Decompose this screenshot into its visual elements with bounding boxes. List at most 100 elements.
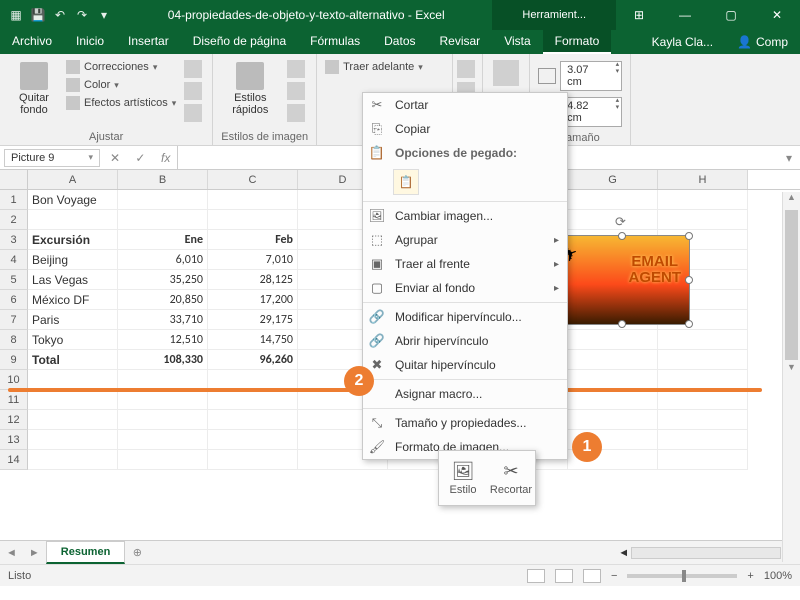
quitar-fondo-button[interactable]: Quitar fondo — [8, 58, 60, 124]
formula-bar-expand-icon[interactable]: ▾ — [778, 151, 800, 165]
qat-dropdown-icon[interactable]: ▾ — [96, 8, 112, 22]
menu-quitar-hipervinculo[interactable]: ✖Quitar hipervínculo — [363, 353, 567, 377]
cancel-formula-icon[interactable]: ✕ — [104, 151, 126, 165]
menu-enviar-fondo[interactable]: ▢Enviar al fondo▸ — [363, 276, 567, 300]
resize-handle[interactable] — [685, 232, 693, 240]
header-ene[interactable]: Ene — [118, 230, 208, 250]
tab-diseno[interactable]: Diseño de página — [181, 30, 298, 54]
col-A[interactable]: A — [28, 170, 118, 189]
save-icon[interactable]: 💾 — [30, 8, 46, 22]
color-button[interactable]: Color ▾ — [66, 76, 176, 94]
tab-datos[interactable]: Datos — [372, 30, 427, 54]
view-pagebreak-icon[interactable] — [583, 569, 601, 583]
menu-asignar-macro[interactable]: Asignar macro... — [363, 382, 567, 406]
menu-copiar[interactable]: ⎘Copiar — [363, 117, 567, 141]
compress-icon[interactable] — [184, 60, 202, 78]
scroll-down-icon[interactable]: ▼ — [783, 362, 800, 378]
zoom-slider[interactable] — [627, 574, 737, 578]
data-row[interactable]: Beijing — [28, 250, 118, 270]
tab-revisar[interactable]: Revisar — [428, 30, 493, 54]
efectos-button[interactable]: Efectos artísticos ▾ — [66, 94, 176, 112]
zoom-in-icon[interactable]: + — [747, 570, 753, 582]
data-row[interactable]: México DF — [28, 290, 118, 310]
align-icon[interactable] — [457, 60, 475, 78]
menu-traer-frente[interactable]: ▣Traer al frente▸ — [363, 252, 567, 276]
tab-vista[interactable]: Vista — [492, 30, 542, 54]
tab-formato[interactable]: Formato — [543, 30, 612, 54]
menu-modificar-hipervinculo[interactable]: 🔗Modificar hipervínculo... — [363, 305, 567, 329]
width-input[interactable]: 4.82 cm — [560, 97, 622, 127]
picture-border-icon[interactable] — [287, 60, 305, 78]
share-button[interactable]: 👤 Comp — [725, 30, 800, 54]
title-cell[interactable]: Bon Voyage Excursiones — [28, 190, 118, 210]
undo-icon[interactable]: ↶ — [52, 8, 68, 22]
col-C[interactable]: C — [208, 170, 298, 189]
close-button[interactable]: ✕ — [754, 0, 800, 30]
estilos-rapidos-button[interactable]: Estilos rápidos — [221, 58, 279, 124]
resize-handle[interactable] — [685, 276, 693, 284]
sheet-tab-bar: ◄ ► Resumen ⊕ ◄ ► — [0, 540, 800, 564]
vertical-scrollbar[interactable]: ▲ ▼ — [782, 192, 800, 562]
resize-handle[interactable] — [685, 320, 693, 328]
menu-agrupar[interactable]: ⬚Agrupar▸ — [363, 228, 567, 252]
minimize-button[interactable]: — — [662, 0, 708, 30]
resize-handle[interactable] — [618, 320, 626, 328]
scroll-up-icon[interactable]: ▲ — [783, 192, 800, 208]
menu-cambiar-imagen[interactable]: 🖼Cambiar imagen... — [363, 204, 567, 228]
name-box[interactable]: Picture 9 ▾ — [4, 149, 100, 167]
picture-effects-icon[interactable] — [287, 82, 305, 100]
hscroll-track[interactable] — [631, 547, 781, 559]
horizontal-scrollbar[interactable]: ◄ ► — [618, 547, 800, 559]
correcciones-button[interactable]: Correcciones ▾ — [66, 58, 176, 76]
zoom-level[interactable]: 100% — [764, 570, 792, 582]
paste-option[interactable]: 📋 — [363, 165, 567, 199]
confirm-formula-icon[interactable]: ✓ — [129, 151, 151, 165]
name-box-dropdown-icon[interactable]: ▾ — [88, 152, 93, 163]
account-user[interactable]: Kayla Cla... — [640, 30, 725, 54]
col-B[interactable]: B — [118, 170, 208, 189]
menu-cortar[interactable]: ✂Cortar — [363, 93, 567, 117]
picture-layout-icon[interactable] — [287, 104, 305, 122]
data-row[interactable]: Paris — [28, 310, 118, 330]
reset-picture-icon[interactable] — [184, 104, 202, 122]
menu-abrir-hipervinculo[interactable]: 🔗Abrir hipervínculo — [363, 329, 567, 353]
insert-function-icon[interactable]: fx — [155, 151, 177, 165]
mini-estilo-button[interactable]: 🖼Estilo — [439, 451, 487, 505]
tab-insertar[interactable]: Insertar — [116, 30, 181, 54]
mini-recortar-button[interactable]: ✂Recortar — [487, 451, 535, 505]
sheet-nav-prev-icon[interactable]: ◄ — [0, 547, 23, 559]
resize-handle[interactable] — [618, 232, 626, 240]
col-H[interactable]: H — [658, 170, 748, 189]
data-row[interactable]: Tokyo — [28, 330, 118, 350]
scroll-thumb[interactable] — [785, 210, 798, 360]
rotate-handle-icon[interactable]: ⟳ — [615, 214, 626, 230]
header-feb[interactable]: Feb — [208, 230, 298, 250]
view-layout-icon[interactable] — [555, 569, 573, 583]
view-normal-icon[interactable] — [527, 569, 545, 583]
header-excursion[interactable]: Excursión — [28, 230, 118, 250]
maximize-button[interactable]: ▢ — [708, 0, 754, 30]
menu-tamano-propiedades[interactable]: ⤡Tamaño y propiedades... — [363, 411, 567, 435]
new-sheet-button[interactable]: ⊕ — [125, 546, 149, 559]
sheet-nav-next-icon[interactable]: ► — [23, 547, 46, 559]
change-picture-icon[interactable] — [184, 82, 202, 100]
redo-icon[interactable]: ↷ — [74, 8, 90, 22]
select-all-corner[interactable] — [0, 170, 28, 189]
traer-adelante-button[interactable]: Traer adelante ▾ — [325, 58, 444, 76]
estilos-rapidos-label: Estilos rápidos — [227, 92, 273, 116]
change-image-icon: 🖼 — [367, 208, 387, 224]
total-label[interactable]: Total — [28, 350, 118, 370]
height-input[interactable]: 3.07 cm — [560, 61, 622, 91]
col-G[interactable]: G — [568, 170, 658, 189]
ribbon-options-icon[interactable]: ⊞ — [616, 0, 662, 30]
zoom-out-icon[interactable]: − — [611, 570, 617, 582]
data-row[interactable]: Las Vegas — [28, 270, 118, 290]
tab-archivo[interactable]: Archivo — [0, 30, 64, 54]
selected-image[interactable]: ✈ EMAILAGENT ⟳ — [554, 235, 690, 325]
sheet-tab-resumen[interactable]: Resumen — [46, 541, 126, 564]
tab-inicio[interactable]: Inicio — [64, 30, 116, 54]
crop-icon[interactable] — [493, 60, 519, 86]
tab-formulas[interactable]: Fórmulas — [298, 30, 372, 54]
hscroll-left-icon[interactable]: ◄ — [618, 547, 629, 559]
context-menu: ✂Cortar ⎘Copiar 📋Opciones de pegado: 📋 🖼… — [362, 92, 568, 460]
